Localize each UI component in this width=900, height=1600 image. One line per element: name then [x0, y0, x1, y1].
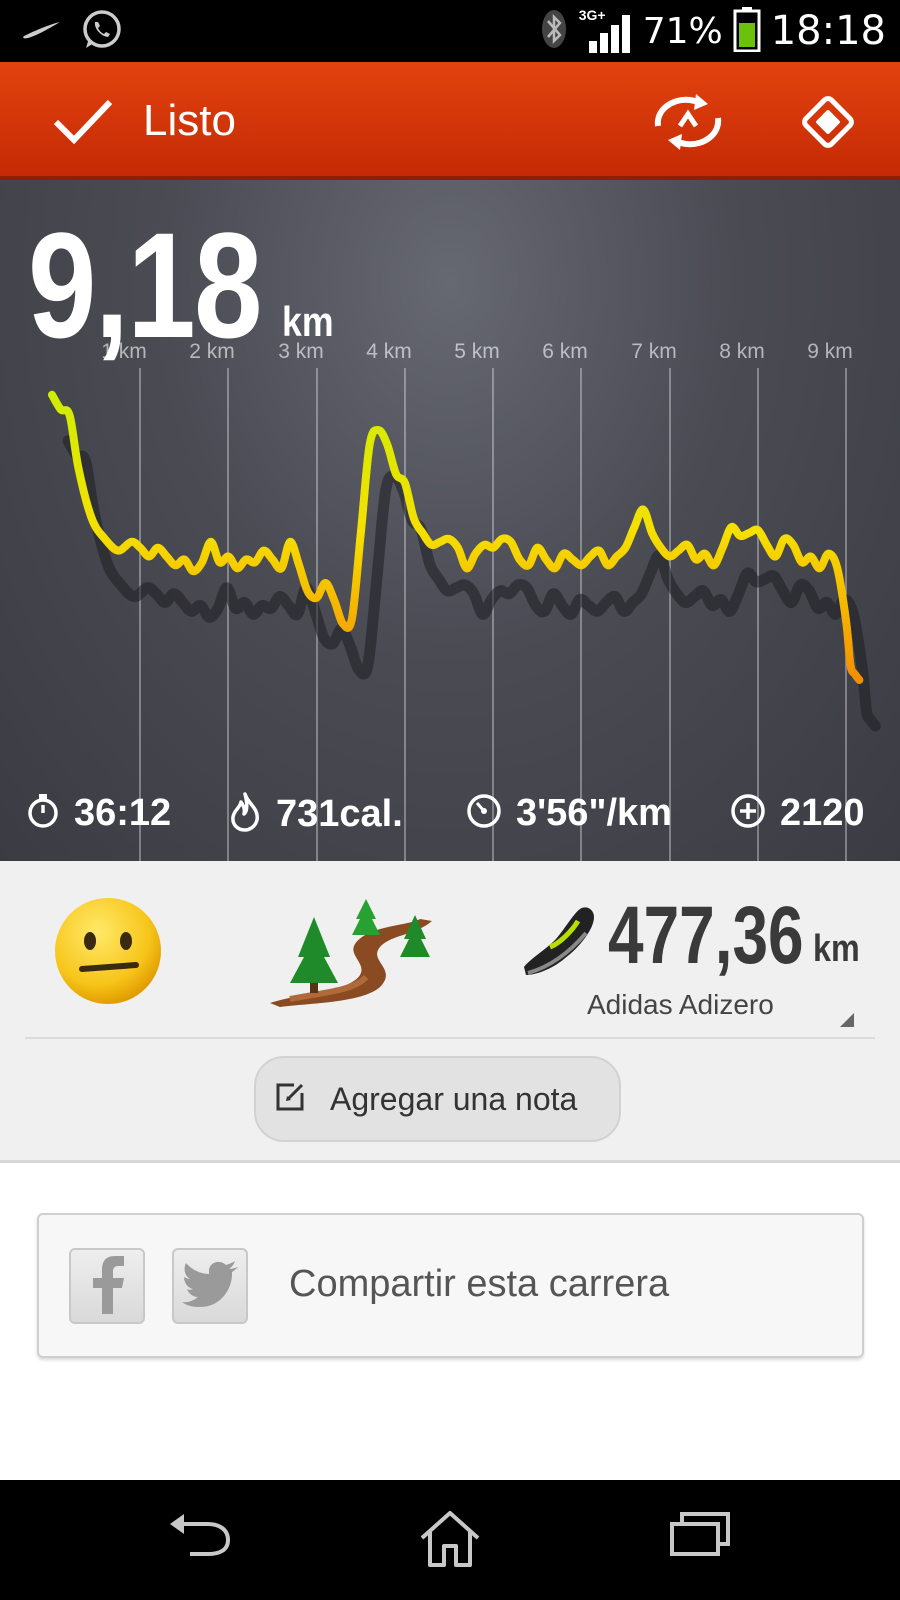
fuel-value: 2120 [780, 792, 865, 834]
x-tick-label: 3 km [278, 340, 324, 363]
home-button[interactable] [418, 1510, 482, 1573]
x-tick-label: 5 km [454, 340, 500, 363]
action-bar-title[interactable]: Listo [143, 96, 236, 146]
run-feedback-panel: 477,36 km Adidas Adizero Agregar una not… [0, 861, 900, 1163]
edit-note-icon [274, 1081, 306, 1118]
x-tick-label: 2 km [189, 340, 235, 363]
navigation-button[interactable] [800, 94, 856, 155]
x-tick-label: 1 km [101, 340, 147, 363]
twitter-icon [182, 1260, 238, 1312]
twitter-share-button[interactable] [172, 1248, 248, 1324]
shoe-distance: 477,36 km [608, 895, 868, 977]
recent-apps-icon [668, 1512, 732, 1562]
x-tick-label: 7 km [631, 340, 677, 363]
back-button[interactable] [168, 1510, 232, 1565]
add-note-button[interactable]: Agregar una nota [254, 1056, 621, 1142]
stat-duration: 36:12 [26, 792, 171, 835]
x-tick-label: 6 km [542, 340, 588, 363]
trail-icon [270, 899, 432, 1011]
battery-percent: 71% [642, 10, 723, 52]
stat-calories: 731cal. [228, 792, 403, 837]
share-card: Compartir esta carrera [37, 1213, 864, 1358]
pace-line [48, 390, 864, 684]
back-icon [168, 1514, 232, 1564]
x-tick-label: 8 km [719, 340, 765, 363]
terrain-button[interactable] [270, 895, 432, 1012]
recent-apps-button[interactable] [668, 1510, 732, 1563]
check-icon [52, 99, 114, 150]
shoe-distance-value: 477,36 [608, 890, 804, 981]
nike-swoosh-icon [22, 20, 62, 45]
sync-icon [650, 94, 726, 156]
run-summary-panel: 9,18 km 1 km 2 km 3 km 4 km 5 km 6 km 7 km 8 km… [0, 180, 900, 875]
mood-button[interactable] [52, 895, 164, 1012]
stat-pace: 3'56"/km [466, 792, 672, 835]
clock: 18:18 [770, 8, 886, 54]
divider [25, 1037, 875, 1039]
battery-icon [733, 6, 761, 57]
action-bar: Listo [0, 62, 900, 180]
whatsapp-icon [80, 8, 124, 57]
pace-gauge-icon [466, 793, 502, 834]
done-button[interactable] [52, 96, 114, 151]
run-stats: 36:12 731cal. 3'56"/km 2120 [0, 792, 900, 848]
home-icon [418, 1511, 482, 1572]
facebook-share-button[interactable] [69, 1248, 145, 1324]
dropdown-corner-icon [840, 1013, 854, 1027]
facebook-icon [87, 1254, 127, 1319]
shoe-icon [520, 903, 598, 982]
calories-value: 731cal. [276, 793, 403, 835]
pace-line-shadow [62, 435, 881, 732]
x-tick-label: 9 km [807, 340, 853, 363]
bluetooth-icon [539, 7, 569, 56]
stopwatch-icon [26, 793, 60, 834]
share-label[interactable]: Compartir esta carrera [289, 1263, 669, 1306]
fuel-plus-icon [730, 793, 766, 834]
neutral-face-icon [52, 898, 164, 1011]
x-tick-label: 4 km [366, 340, 412, 363]
signal-icon: 3G+ [579, 7, 633, 55]
stat-fuel: 2120 [730, 792, 865, 835]
duration-value: 36:12 [74, 792, 172, 834]
add-note-label: Agregar una nota [330, 1080, 578, 1117]
navigation-icon [800, 96, 856, 154]
system-nav-bar [0, 1480, 900, 1600]
pace-value: 3'56"/km [516, 792, 672, 834]
status-bar: 3G+ 71% 18:18 [0, 0, 900, 62]
shoe-distance-unit: km [812, 928, 860, 970]
shoe-name: Adidas Adizero [587, 989, 774, 1020]
sync-button[interactable] [650, 92, 726, 157]
flame-icon [228, 792, 262, 837]
